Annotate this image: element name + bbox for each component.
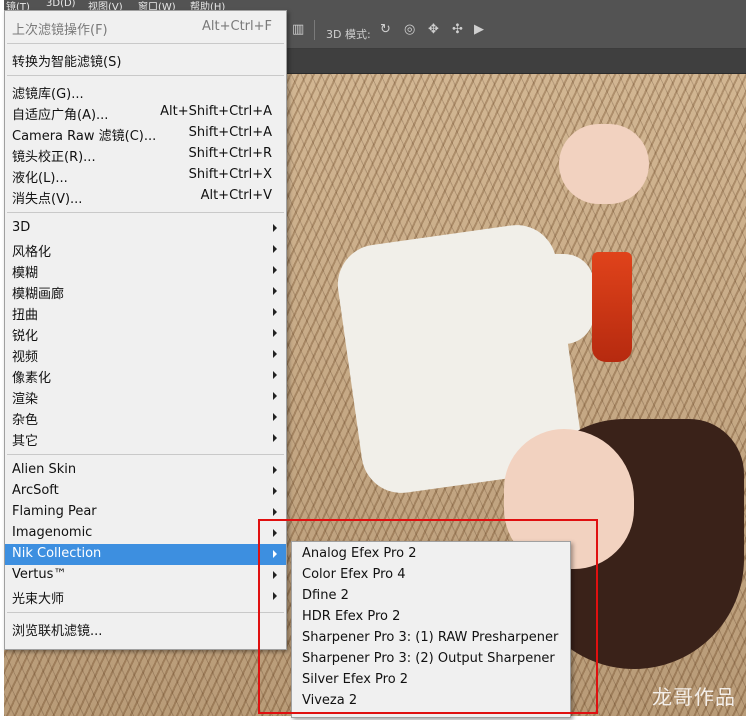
submenu-arrow-icon: [273, 329, 277, 337]
3d-camera-icon[interactable]: ▶: [474, 22, 484, 37]
menu-item-blur-gallery[interactable]: 模糊画廊: [5, 281, 286, 302]
submenu-arrow-icon: [273, 392, 277, 400]
menu-item-arcsoft[interactable]: ArcSoft: [5, 481, 286, 502]
menu-item-last-filter: 上次滤镜操作(F) Alt+Ctrl+F: [12, 19, 272, 38]
menu-item-pixelate[interactable]: 像素化: [5, 365, 286, 386]
menu-item-distort[interactable]: 扭曲: [5, 302, 286, 323]
submenu-item-color-efex[interactable]: Color Efex Pro 4: [292, 565, 570, 586]
menu-item-adaptive-wide-angle[interactable]: 自适应广角(A)... Alt+Shift+Ctrl+A: [5, 102, 286, 123]
submenu-arrow-icon: [273, 466, 277, 474]
menu-separator: [7, 43, 284, 44]
submenu-item-raw-presharpener[interactable]: Sharpener Pro 3: (1) RAW Presharpener: [292, 628, 570, 649]
submenu-item-silver-efex[interactable]: Silver Efex Pro 2: [292, 670, 570, 691]
menu-item-sharpen[interactable]: 锐化: [5, 323, 286, 344]
menu-item-render[interactable]: 渲染: [5, 386, 286, 407]
menu-item-light-beam-master[interactable]: 光束大师: [5, 586, 286, 607]
menu-item-stylize[interactable]: 风格化: [5, 239, 286, 260]
submenu-item-output-sharpener[interactable]: Sharpener Pro 3: (2) Output Sharpener: [292, 649, 570, 670]
3d-mode-label: 3D 模式:: [326, 28, 371, 41]
submenu-item-viveza[interactable]: Viveza 2: [292, 691, 570, 712]
menu-item-flaming-pear[interactable]: Flaming Pear: [5, 502, 286, 523]
menu-item-browse-online-filters[interactable]: 浏览联机滤镜...: [5, 618, 286, 639]
submenu-arrow-icon: [273, 245, 277, 253]
submenu-arrow-icon: [273, 350, 277, 358]
nik-collection-submenu: Analog Efex Pro 2 Color Efex Pro 4 Dfine…: [291, 541, 571, 718]
menu-item-noise[interactable]: 杂色: [5, 407, 286, 428]
menu-item-other[interactable]: 其它: [5, 428, 286, 449]
submenu-arrow-icon: [273, 224, 277, 232]
menu-item-video[interactable]: 视频: [5, 344, 286, 365]
menu-item-alien-skin[interactable]: Alien Skin: [5, 460, 286, 481]
submenu-arrow-icon: [273, 413, 277, 421]
menu-separator: [7, 212, 284, 213]
submenu-arrow-icon: [273, 571, 277, 579]
arm-shape: [424, 254, 594, 344]
submenu-arrow-icon: [273, 371, 277, 379]
filter-menu: 上次滤镜操作(F) Alt+Ctrl+F 转换为智能滤镜(S) 滤镜库(G)..…: [4, 10, 287, 650]
watermark: 龙哥作品: [652, 685, 736, 709]
submenu-arrow-icon: [273, 308, 277, 316]
menu-3d[interactable]: 3D(D): [46, 0, 76, 9]
submenu-item-dfine[interactable]: Dfine 2: [292, 586, 570, 607]
submenu-arrow-icon: [273, 434, 277, 442]
menu-item-filter-gallery[interactable]: 滤镜库(G)...: [5, 81, 286, 102]
3d-rotate-icon[interactable]: ↻: [380, 22, 391, 37]
submenu-arrow-icon: [273, 550, 277, 558]
submenu-arrow-icon: [273, 592, 277, 600]
submenu-item-analog-efex[interactable]: Analog Efex Pro 2: [292, 544, 570, 565]
submenu-arrow-icon: [273, 529, 277, 537]
menu-item-convert-smart-filter[interactable]: 转换为智能滤镜(S): [5, 49, 286, 70]
3d-roll-icon[interactable]: ◎: [404, 22, 415, 37]
submenu-arrow-icon: [273, 266, 277, 274]
3d-slide-icon[interactable]: ✣: [452, 22, 463, 37]
menu-separator: [7, 612, 284, 613]
menu-separator: [7, 454, 284, 455]
3d-pan-icon[interactable]: ✥: [428, 22, 439, 37]
submenu-arrow-icon: [273, 287, 277, 295]
submenu-item-hdr-efex[interactable]: HDR Efex Pro 2: [292, 607, 570, 628]
menu-item-lens-correction[interactable]: 镜头校正(R)... Shift+Ctrl+R: [5, 144, 286, 165]
submenu-arrow-icon: [273, 487, 277, 495]
menu-item-imagenomic[interactable]: Imagenomic: [5, 523, 286, 544]
menu-item-vanishing-point[interactable]: 消失点(V)... Alt+Ctrl+V: [5, 186, 286, 207]
menu-item-nik-collection[interactable]: Nik Collection: [5, 544, 286, 565]
menu-item-blur[interactable]: 模糊: [5, 260, 286, 281]
menu-item-liquify[interactable]: 液化(L)... Shift+Ctrl+X: [5, 165, 286, 186]
options-separator: [314, 20, 315, 40]
submenu-arrow-icon: [273, 508, 277, 516]
menu-item-3d[interactable]: 3D: [5, 218, 286, 239]
menu-separator: [7, 75, 284, 76]
hand-shape: [559, 124, 649, 204]
panel-icon[interactable]: ▥: [292, 22, 304, 37]
red-tassel: [592, 252, 632, 362]
menu-item-camera-raw[interactable]: Camera Raw 滤镜(C)... Shift+Ctrl+A: [5, 123, 286, 144]
menu-item-vertus[interactable]: Vertus™: [5, 565, 286, 586]
